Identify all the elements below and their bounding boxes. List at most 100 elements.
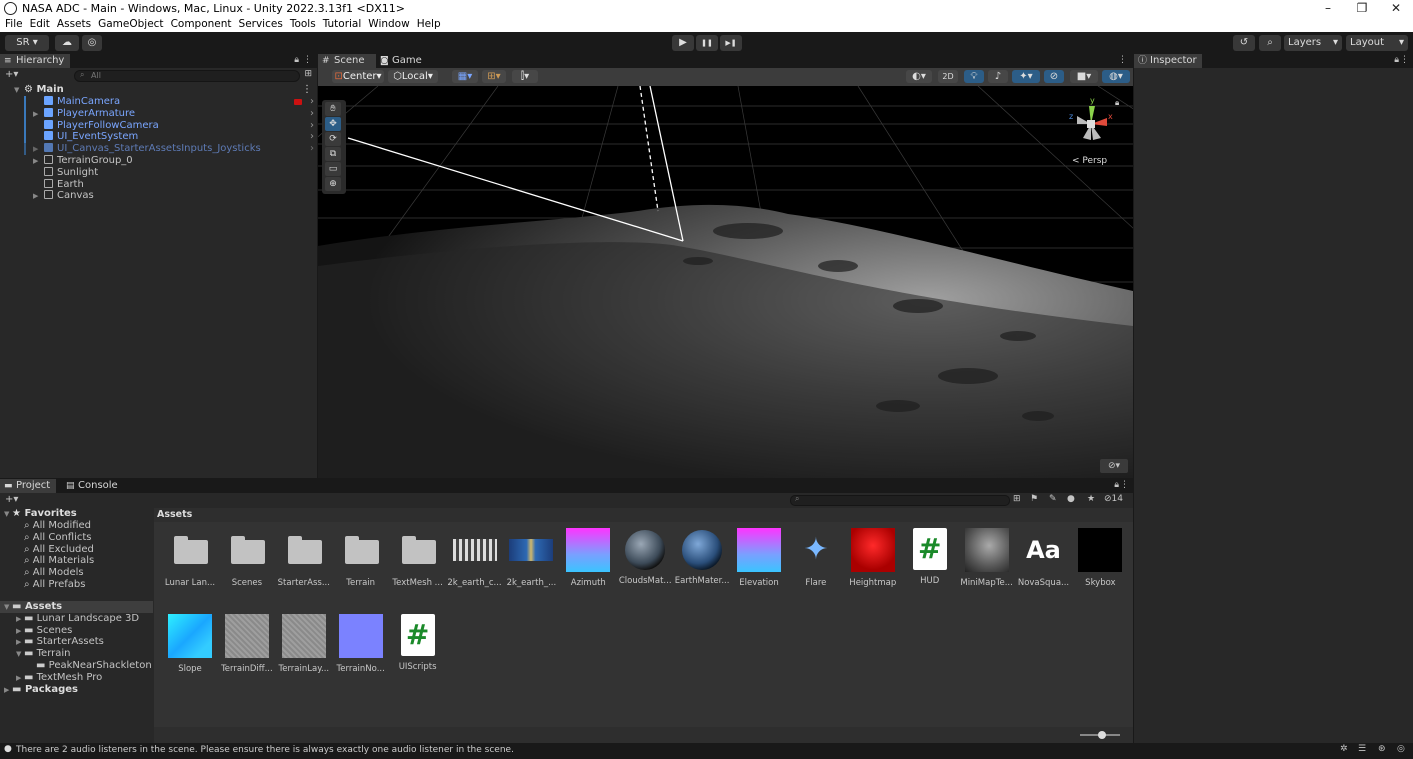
visibility-toggle[interactable]: ⊘: [1044, 70, 1064, 83]
chevron-right-icon[interactable]: ›: [310, 131, 314, 143]
camera-settings-button[interactable]: ⊘▾: [1100, 459, 1128, 473]
asset-tile[interactable]: 2k_earth_c...: [447, 528, 503, 588]
add-button[interactable]: +▾: [5, 69, 18, 80]
asset-tile[interactable]: Heightmap: [845, 528, 901, 588]
menu-help[interactable]: Help: [417, 17, 441, 32]
expand-arrow-icon[interactable]: ▶: [33, 108, 41, 120]
effects-dropdown[interactable]: ✦▾: [1012, 70, 1040, 83]
filter-icon[interactable]: ⊞: [304, 69, 312, 79]
asset-tile[interactable]: CloudsMat...: [617, 528, 673, 586]
rotate-tool-icon[interactable]: ⟳: [325, 132, 341, 146]
chevron-right-icon[interactable]: ›: [310, 96, 314, 108]
layers-dropdown[interactable]: Layers ▾: [1284, 35, 1342, 51]
asset-tile[interactable]: Azimuth: [560, 528, 616, 588]
increment-snap-button[interactable]: ⊞▾: [482, 70, 506, 83]
hierarchy-item[interactable]: UI_EventSystem ›: [24, 131, 314, 144]
project-tree-item[interactable]: ▶ ▬ Scenes: [16, 625, 153, 637]
rect-tool-icon[interactable]: ▭: [325, 162, 341, 176]
menu-file[interactable]: File: [5, 17, 23, 32]
breadcrumb-assets[interactable]: Assets: [157, 509, 192, 520]
kebab-menu-icon[interactable]: ⋮: [303, 55, 312, 65]
asset-tile[interactable]: # HUD: [902, 528, 958, 586]
asset-tile[interactable]: Aa NovaSqua...: [1016, 528, 1072, 588]
tab-inspector[interactable]: ⓘ Inspector: [1134, 54, 1202, 68]
asset-tile[interactable]: TerrainNo...: [333, 614, 389, 674]
expand-arrow-icon[interactable]: ▶: [4, 684, 12, 696]
hierarchy-item[interactable]: Earth: [34, 178, 314, 191]
collab-button[interactable]: ◎: [82, 35, 102, 51]
tab-project[interactable]: ▬ Project: [0, 479, 56, 493]
shading-dropdown[interactable]: ◐▾: [906, 70, 932, 83]
asset-tile[interactable]: 2k_earth_...: [503, 528, 559, 588]
asset-tile[interactable]: ✦ Flare: [788, 528, 844, 588]
asset-tile[interactable]: # UIScripts: [390, 614, 446, 672]
scale-tool-icon[interactable]: ⧉: [325, 147, 341, 161]
hierarchy-item[interactable]: ▶ UI_Canvas_StarterAssetsInputs_Joysticks…: [24, 143, 314, 156]
asset-tile[interactable]: EarthMater...: [674, 528, 730, 586]
asset-tile[interactable]: Slope: [162, 614, 218, 674]
audio-toggle[interactable]: ♪: [988, 70, 1008, 83]
menu-assets[interactable]: Assets: [57, 17, 91, 32]
menu-gameobject[interactable]: GameObject: [98, 17, 163, 32]
tab-scene[interactable]: # Scene: [318, 54, 376, 68]
menu-services[interactable]: Services: [239, 17, 283, 32]
orientation-gizmo[interactable]: y x z 🔒︎: [1063, 94, 1123, 154]
favorites-header[interactable]: ▼ ★ Favorites: [4, 508, 77, 520]
kebab-menu-icon[interactable]: ⋮: [1120, 480, 1129, 490]
expand-arrow-icon[interactable]: ▶: [16, 613, 24, 625]
project-tree-item[interactable]: ▼ ▬ Assets: [0, 601, 153, 613]
search-by-type-icon[interactable]: ⊞: [1013, 494, 1021, 504]
history-button[interactable]: ↺: [1233, 35, 1255, 51]
menu-window[interactable]: Window: [368, 17, 409, 32]
favorite-item[interactable]: ⌕ All Materials: [24, 555, 94, 567]
hierarchy-item[interactable]: Sunlight: [34, 166, 314, 179]
kebab-menu-icon[interactable]: ⋮: [1118, 55, 1127, 65]
hierarchy-search-input[interactable]: ⌕ All: [74, 70, 300, 82]
favorite-item[interactable]: ⌕ All Modified: [24, 520, 91, 532]
hidden-count[interactable]: ⊘14: [1104, 494, 1123, 504]
zoom-slider-handle[interactable]: [1098, 731, 1106, 739]
perspective-label[interactable]: < Persp: [1072, 156, 1107, 166]
hierarchy-item[interactable]: PlayerFollowCamera ›: [24, 119, 314, 132]
lock-icon[interactable]: 🔒︎: [1394, 55, 1399, 65]
scene-root-row[interactable]: ▼ ⚙ Main ⋮: [14, 84, 314, 96]
progress-icon[interactable]: ◎: [1397, 744, 1405, 754]
align-button[interactable]: ⫿▾: [512, 70, 538, 83]
2d-toggle[interactable]: 2D: [938, 70, 958, 83]
menu-edit[interactable]: Edit: [30, 17, 50, 32]
hierarchy-item[interactable]: ▶ Canvas: [33, 190, 314, 202]
chevron-right-icon[interactable]: ›: [310, 108, 314, 120]
project-tree-item[interactable]: ▶ ▬ Packages: [4, 684, 153, 696]
favorite-item[interactable]: ⌕ All Models: [24, 567, 84, 579]
layout-dropdown[interactable]: Layout ▾: [1346, 35, 1408, 51]
scene-viewport[interactable]: ✋︎ ✥ ⟳ ⧉ ▭ ⊕ y x z 🔒︎ < Persp ⊘▾: [318, 86, 1133, 478]
favorite-item[interactable]: ⌕ All Conflicts: [24, 532, 92, 544]
lock-icon[interactable]: 🔒︎: [294, 55, 299, 65]
asset-tile[interactable]: Scenes: [219, 528, 275, 588]
chevron-right-icon[interactable]: ›: [310, 143, 314, 155]
menu-tutorial[interactable]: Tutorial: [323, 17, 362, 32]
search-by-label-icon[interactable]: ⚑: [1030, 494, 1038, 504]
database-icon[interactable]: ☰: [1358, 744, 1366, 754]
asset-tile[interactable]: StarterAss...: [276, 528, 332, 588]
pause-button[interactable]: ❚❚: [696, 35, 718, 51]
network-icon[interactable]: ⊛: [1378, 744, 1386, 754]
expand-arrow-icon[interactable]: ▶: [33, 143, 41, 155]
play-button[interactable]: ▶: [672, 35, 694, 51]
expand-arrow-icon[interactable]: ▶: [16, 625, 24, 637]
transform-tool-icon[interactable]: ⊕: [325, 177, 341, 191]
camera-dropdown[interactable]: ■▾: [1070, 70, 1098, 83]
add-button[interactable]: +▾: [5, 494, 18, 505]
debug-icon[interactable]: ✲: [1340, 744, 1348, 754]
favorite-item[interactable]: ⌕ All Prefabs: [24, 579, 85, 591]
asset-tile[interactable]: Terrain: [333, 528, 389, 588]
project-search-input[interactable]: ⌕: [790, 494, 1010, 506]
chevron-right-icon[interactable]: ›: [310, 120, 314, 132]
asset-tile[interactable]: Elevation: [731, 528, 787, 588]
maximize-button[interactable]: ❐: [1345, 0, 1379, 17]
project-tree-item[interactable]: ▶ ▬ Lunar Landscape 3D: [16, 613, 153, 625]
gizmos-dropdown[interactable]: ◍▾: [1102, 70, 1130, 83]
cloud-button[interactable]: ☁: [55, 35, 79, 51]
tab-console[interactable]: ▤ Console: [62, 479, 122, 493]
grid-snap-button[interactable]: ▦▾: [452, 70, 478, 83]
